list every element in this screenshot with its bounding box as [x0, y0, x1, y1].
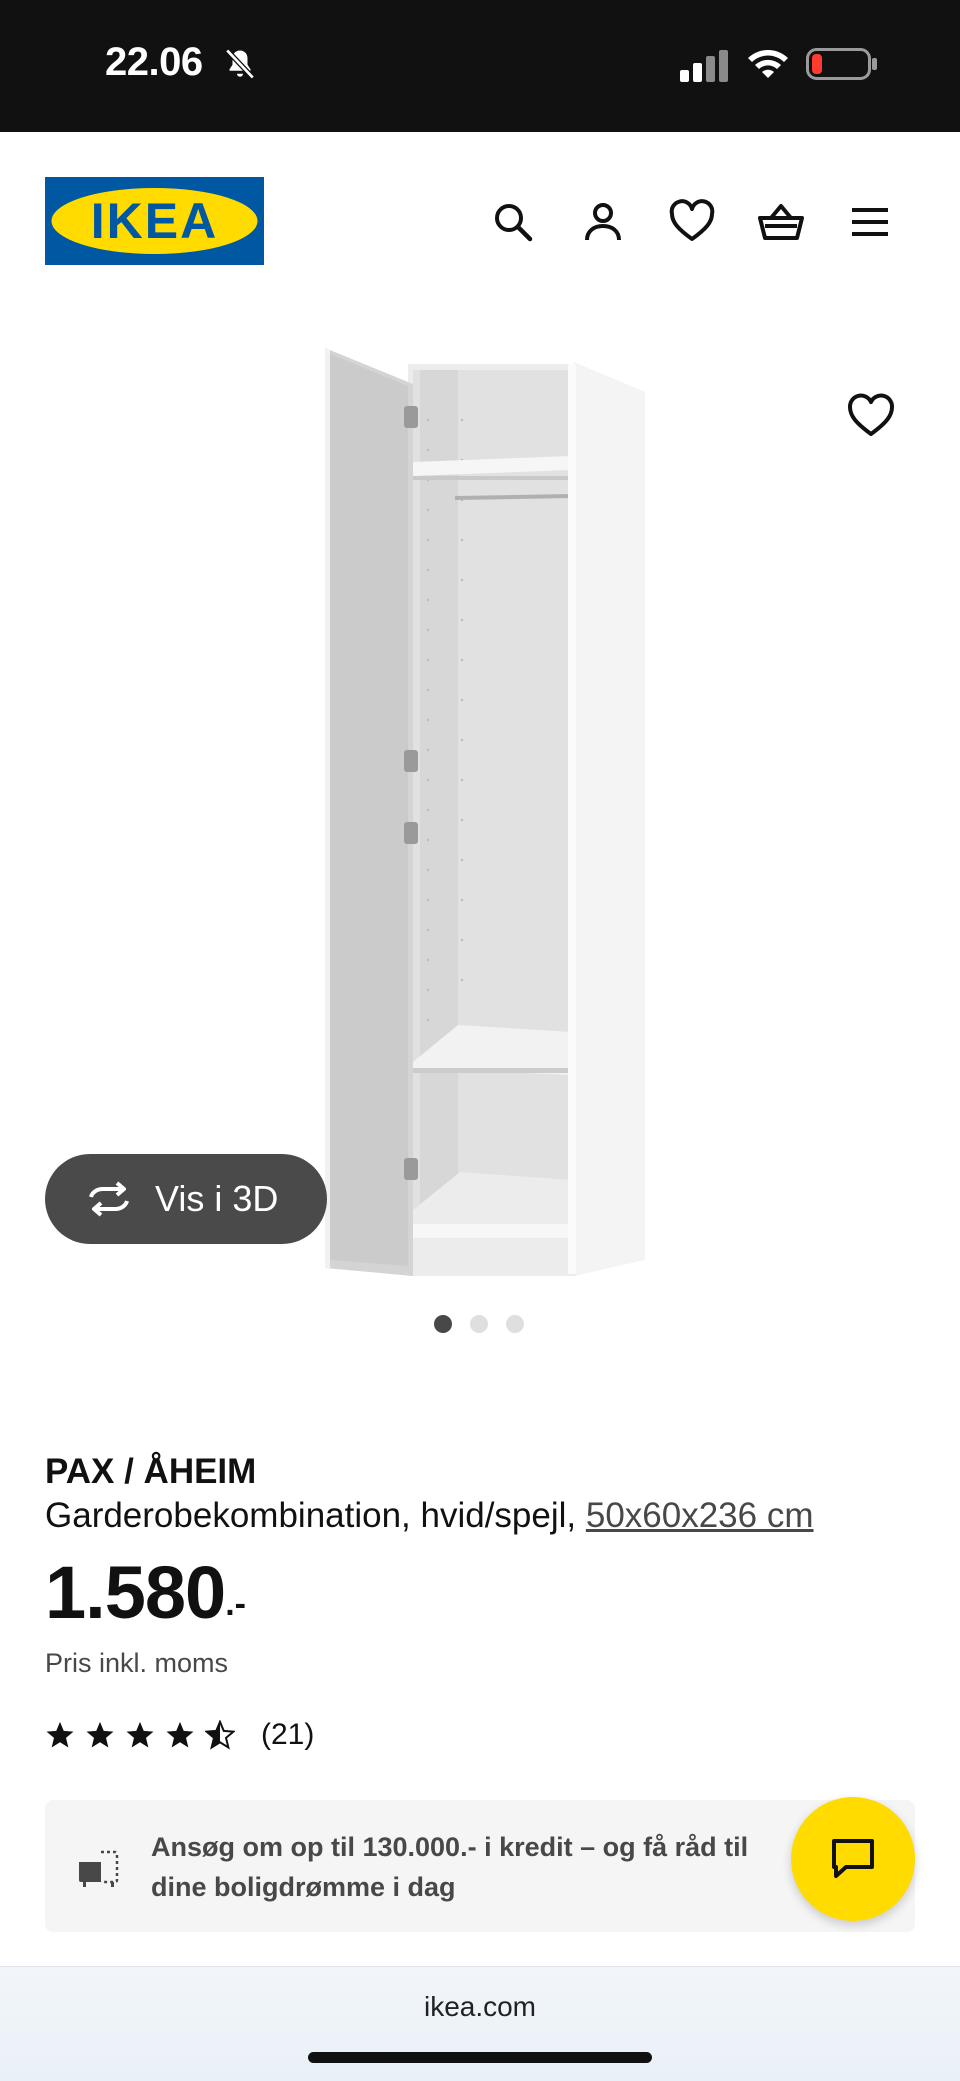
status-bar: 22.06: [0, 0, 960, 132]
url-text: ikea.com: [423, 1991, 537, 2022]
site-header: IKEA: [0, 132, 960, 310]
product-image[interactable]: [0, 310, 960, 1290]
account-icon[interactable]: [579, 198, 627, 246]
product-type: Garderobekombination, hvid/spejl,: [45, 1496, 586, 1535]
star-full-icon: [126, 1721, 154, 1748]
star-full-icon: [46, 1721, 74, 1748]
carousel-dot[interactable]: [434, 1315, 452, 1333]
product-dimensions-link[interactable]: 50x60x236 cm: [586, 1496, 814, 1535]
wifi-icon: [748, 50, 788, 78]
status-time: 22.06: [105, 40, 203, 84]
product-rating[interactable]: (21): [45, 1718, 314, 1752]
star-full-icon: [86, 1721, 114, 1748]
chat-bubble-icon: [832, 1839, 874, 1878]
rotate-3d-icon: [89, 1181, 129, 1217]
logo-text: IKEA: [91, 193, 218, 249]
price-suffix: .-: [225, 1585, 246, 1623]
browser-url-bar[interactable]: ikea.com: [0, 1966, 960, 2081]
basket-icon[interactable]: [757, 198, 805, 246]
carousel-dot[interactable]: [470, 1315, 488, 1333]
image-carousel-dots: [434, 1315, 524, 1333]
view-in-3d-button[interactable]: Vis i 3D: [45, 1154, 327, 1244]
product-name: PAX / ÅHEIM: [45, 1452, 257, 1491]
product-price: 1.580 .-: [45, 1553, 246, 1633]
carousel-dot[interactable]: [506, 1315, 524, 1333]
rating-stars: [45, 1720, 235, 1750]
battery-low-icon: [806, 48, 877, 80]
product-description: Garderobekombination, hvid/spejl, 50x60x…: [45, 1496, 814, 1536]
add-to-favourites-button[interactable]: [844, 388, 898, 442]
star-full-icon: [166, 1721, 194, 1748]
credit-offer-banner[interactable]: Ansøg om op til 130.000.- i kredit – og …: [45, 1800, 915, 1932]
cellular-signal-icon: [680, 50, 728, 82]
bell-slash-icon: [225, 48, 255, 80]
view-in-3d-label: Vis i 3D: [155, 1178, 279, 1219]
chat-button[interactable]: [791, 1797, 915, 1921]
search-icon[interactable]: [489, 198, 537, 246]
heart-icon[interactable]: [668, 198, 716, 246]
home-indicator[interactable]: [308, 2052, 652, 2063]
price-note: Pris inkl. moms: [45, 1648, 229, 1678]
credit-offer-text: Ansøg om op til 130.000.- i kredit – og …: [151, 1832, 749, 1902]
star-half-icon: [205, 1720, 235, 1750]
wardrobe-illustration: [325, 348, 645, 1276]
ikea-logo[interactable]: IKEA: [45, 177, 264, 265]
menu-icon[interactable]: [846, 198, 894, 246]
price-value: 1.580: [45, 1551, 226, 1634]
credit-sofa-icon: [79, 1850, 119, 1887]
review-count: (21): [261, 1718, 315, 1751]
